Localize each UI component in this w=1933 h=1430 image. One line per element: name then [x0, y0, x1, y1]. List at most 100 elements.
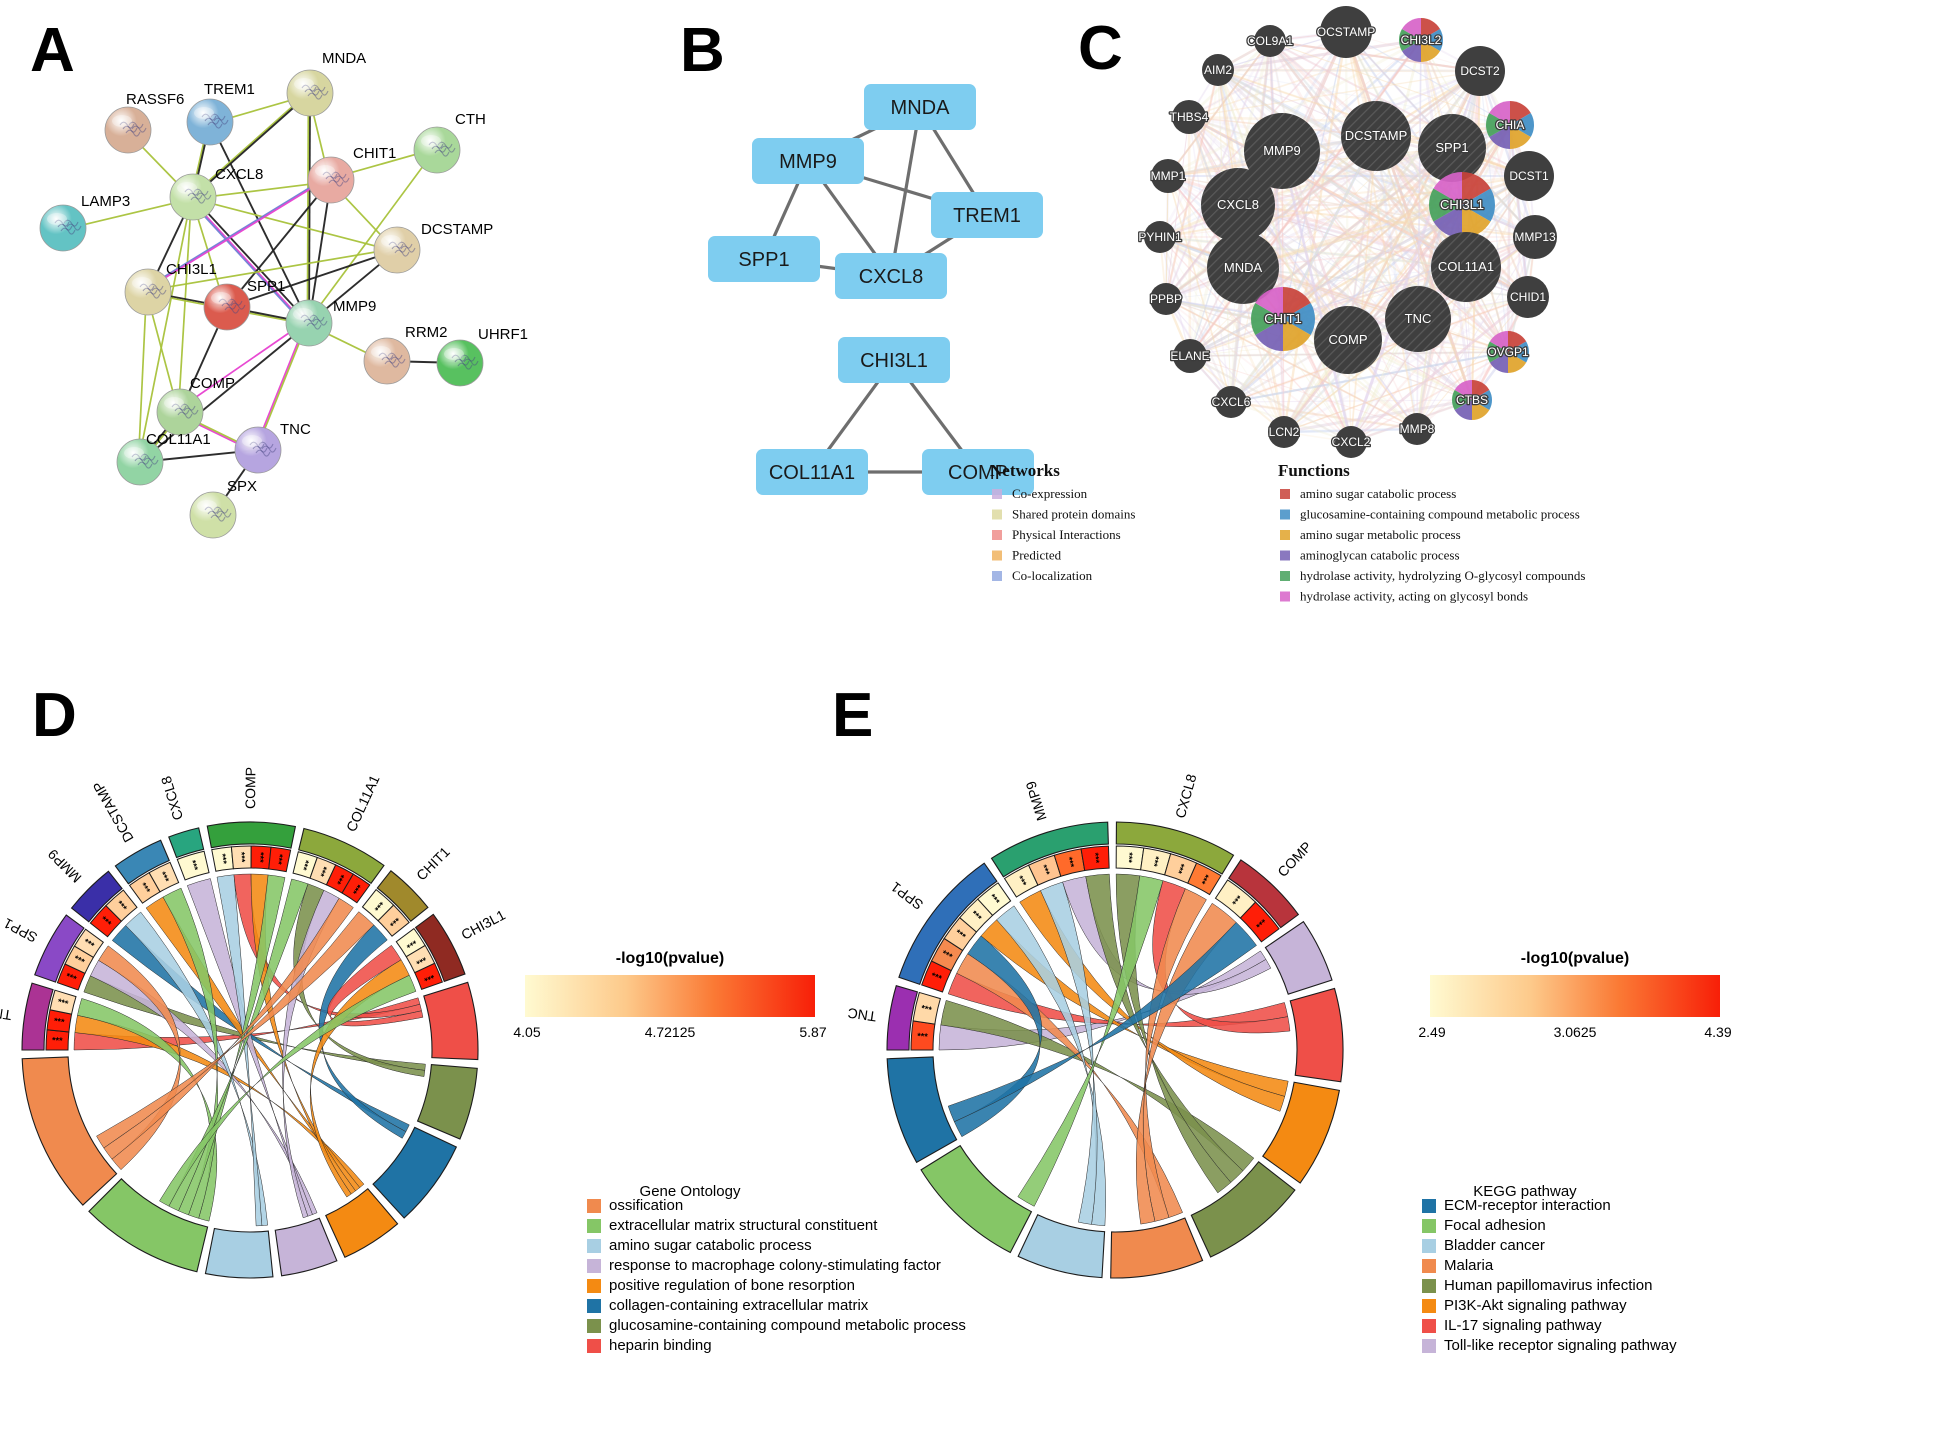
genemania-node-mmp13[interactable]: MMP13 — [1513, 215, 1557, 259]
genemania-node-dcst2[interactable]: DCST2 — [1455, 46, 1505, 96]
protein-node-col11a1[interactable]: COL11A1 — [116, 431, 211, 486]
panel-e-chord-term-arc — [886, 1056, 958, 1164]
panel-e-legend-item: Focal adhesion — [1422, 1217, 1546, 1234]
panel-d-chord-gene-label: COMP — [242, 767, 258, 809]
protein-node-cxcl8[interactable]: CXCL8 — [169, 166, 263, 221]
panel-d-colorbar-tick: 4.72125 — [645, 1024, 696, 1040]
panel-d-legend-swatch — [587, 1259, 601, 1273]
protein-label: CXCL8 — [215, 166, 263, 183]
panel-e-legend-label: ECM-receptor interaction — [1444, 1197, 1611, 1214]
genemania-node-ovgp1[interactable]: OVGP1 — [1486, 331, 1530, 373]
genemania-node-label: CHI3L1 — [1440, 197, 1484, 212]
functions-legend-item: hydrolase activity, hydrolyzing O-glycos… — [1280, 568, 1585, 583]
panel-d-chord-term-sector[interactable] — [416, 1064, 478, 1140]
panel-c-functions-legend: Functions amino sugar catabolic process gl… — [1278, 460, 1918, 610]
networks-legend-label: Predicted — [1012, 548, 1062, 563]
panel-d-chord-term-sector[interactable] — [21, 1056, 118, 1206]
module-node-mmp9[interactable]: MMP9 — [752, 138, 864, 184]
genemania-node-chia[interactable]: CHIA — [1486, 101, 1534, 149]
protein-label: COMP — [190, 375, 235, 392]
panel-d-chord-gene-sector[interactable]: *********TNC — [0, 982, 77, 1051]
panel-d-chord-term-sector[interactable] — [372, 1126, 458, 1219]
genemania-node-col9a1[interactable]: COL9A1 — [1246, 25, 1295, 57]
genemania-node-chit1[interactable]: CHIT1 — [1251, 287, 1315, 351]
protein-node-chit1[interactable]: CHIT1 — [307, 145, 396, 204]
protein-node-rassf6[interactable]: RASSF6 — [104, 91, 184, 154]
panel-d-chord-gene-arc — [206, 821, 297, 849]
protein-node-lamp3[interactable]: LAMP3 — [39, 193, 130, 252]
panel-d-chord-gene-label: TNC — [0, 1003, 13, 1023]
module-node-col11a1[interactable]: COL11A1 — [756, 449, 868, 495]
panel-d-chord-term-sector[interactable] — [204, 1227, 274, 1279]
genemania-node-ppbp[interactable]: PPBP — [1149, 283, 1183, 315]
genemania-node-chi3l1[interactable]: CHI3L1 — [1429, 172, 1495, 238]
panel-e-colorbar-tick: 2.49 — [1418, 1024, 1445, 1040]
genemania-node-chid1[interactable]: CHID1 — [1507, 276, 1549, 318]
genemania-node-ocstamp[interactable]: OCSTAMP — [1315, 6, 1377, 58]
genemania-node-aim2[interactable]: AIM2 — [1202, 54, 1234, 86]
module-node-trem1[interactable]: TREM1 — [931, 192, 1043, 238]
genemania-node-cxcl8[interactable]: CXCL8 — [1201, 168, 1275, 242]
panel-e-chord-term-sector[interactable] — [1289, 987, 1344, 1083]
panel-e-legend-item: Human papillomavirus infection — [1422, 1277, 1652, 1294]
panel-d-chord-gene-label: DCSTAMP — [89, 779, 136, 846]
genemania-node-ctbs[interactable]: CTBS — [1452, 380, 1492, 420]
panel-e-legend-label: PI3K-Akt signaling pathway — [1444, 1297, 1627, 1314]
genemania-node-col11a1[interactable]: COL11A1 — [1431, 232, 1501, 302]
panel-c-networks-legend: Networks Co-expression Shared protein doma… — [990, 460, 1280, 600]
networks-legend-item: Co-expression — [992, 486, 1088, 501]
panel-d-chord-gene-label: CHIT1 — [413, 843, 453, 883]
functions-legend-swatch — [1280, 509, 1290, 520]
panel-d-chord-gene-sector[interactable]: *********SPP1 — [1, 914, 105, 991]
protein-node-mnda[interactable]: MNDA — [286, 50, 366, 117]
module-node-label: CHI3L1 — [860, 350, 928, 372]
networks-legend-item: Shared protein domains — [992, 507, 1135, 522]
panel-e-chord-term-sector[interactable] — [920, 1144, 1033, 1254]
panel-e-chord-gene-sector[interactable]: ******TNC — [847, 984, 942, 1051]
panel-d-legend-swatch — [587, 1339, 601, 1353]
panel-e-legend-swatch — [1422, 1339, 1436, 1353]
functions-legend-swatch — [1280, 591, 1290, 602]
genemania-node-dcstamp[interactable]: DCSTAMP — [1341, 101, 1411, 171]
module-node-mnda[interactable]: MNDA — [864, 84, 976, 130]
module-node-label: CXCL8 — [859, 266, 923, 288]
panel-e-chord-term-sector[interactable] — [1110, 1217, 1204, 1279]
panel-d-chord-term-sector[interactable] — [423, 981, 479, 1061]
protein-node-tnc[interactable]: TNC — [234, 421, 311, 474]
panel-d-chord-significance-stars: *** — [217, 853, 228, 865]
protein-node-cth[interactable]: CTH — [413, 111, 486, 174]
protein-node-dcstamp[interactable]: DCSTAMP — [373, 221, 493, 274]
protein-label: RRM2 — [405, 324, 448, 341]
protein-node-rrm2[interactable]: RRM2 — [363, 324, 448, 385]
panel-e-legend-swatch — [1422, 1299, 1436, 1313]
genemania-node-comp[interactable]: COMP — [1314, 306, 1382, 374]
networks-legend-swatch — [992, 509, 1002, 520]
genemania-node-dcst1[interactable]: DCST1 — [1504, 151, 1554, 201]
module-node-chi3l1[interactable]: CHI3L1 — [838, 337, 950, 383]
panel-e-chord-term-sector[interactable] — [886, 1056, 958, 1164]
module-node-spp1[interactable]: SPP1 — [708, 236, 820, 282]
genemania-node-lcn2[interactable]: LCN2 — [1267, 416, 1301, 448]
protein-node-uhrf1[interactable]: UHRF1 — [436, 326, 528, 387]
genemania-node-tnc[interactable]: TNC — [1385, 286, 1451, 352]
panel-e-chord-significance-stars: *** — [1090, 852, 1101, 864]
genemania-node-label: MMP8 — [1400, 422, 1435, 436]
panel-d-letter: D — [32, 681, 77, 750]
panel-e-chord-term-arc — [1289, 987, 1344, 1083]
panel-d-chord-significance-stars: *** — [53, 1016, 65, 1028]
protein-node-chi3l1[interactable]: CHI3L1 — [124, 261, 217, 316]
genemania-node-spp1[interactable]: SPP1 — [1418, 114, 1486, 182]
protein-node-comp[interactable]: COMP — [156, 375, 235, 436]
genemania-node-chi3l2[interactable]: CHI3L2 — [1399, 18, 1443, 62]
panel-e-chord-gene-label: CXCL8 — [1172, 772, 1200, 820]
panel-d-chord-gene-sector[interactable]: ******MMP9 — [44, 846, 138, 938]
panel-d-chord-gene-sector[interactable]: *** *** *** *** COMP — [206, 767, 297, 873]
protein-label: SPX — [227, 478, 257, 495]
module-node-cxcl8[interactable]: CXCL8 — [835, 253, 947, 299]
panel-e-chord-term-sector[interactable] — [1264, 920, 1333, 995]
networks-legend-item: Predicted — [992, 548, 1062, 563]
panel-e-letter: E — [832, 681, 874, 750]
protein-node-spx[interactable]: SPX — [189, 478, 257, 539]
panel-d-chord-term-sector[interactable] — [274, 1217, 338, 1277]
networks-legend-label: Co-expression — [1012, 486, 1088, 501]
